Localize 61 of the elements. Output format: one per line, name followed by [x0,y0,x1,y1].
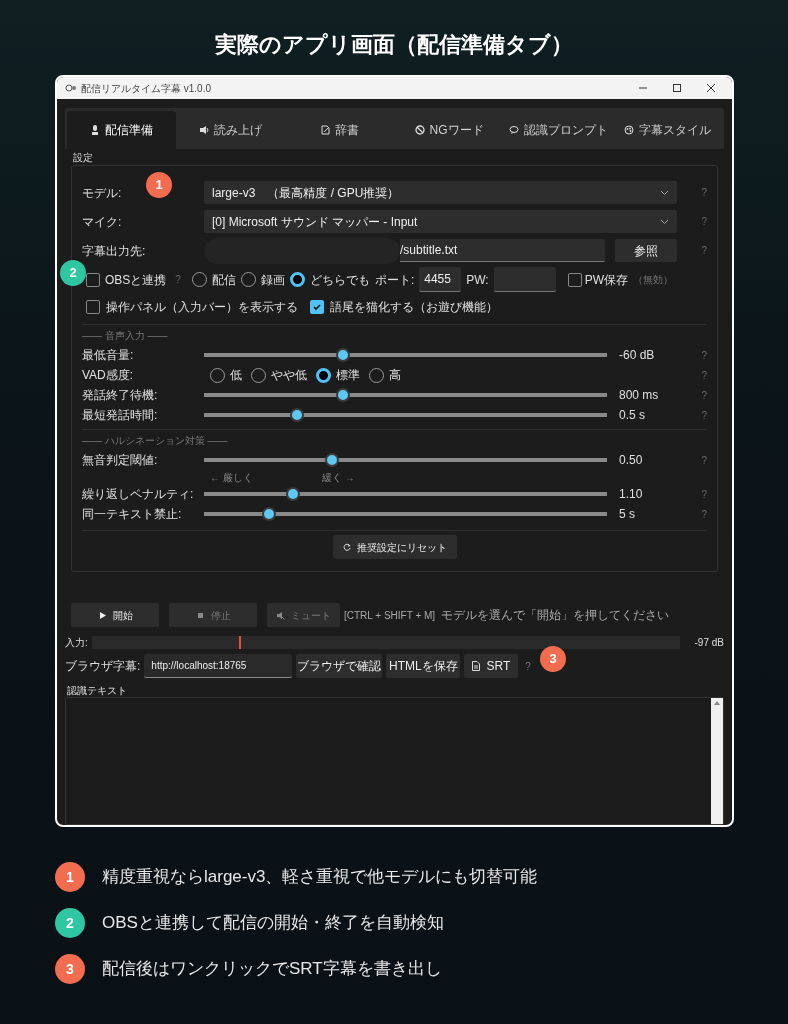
value-reading: 5 s [619,506,637,523]
field-label: 入力: [65,635,88,650]
radio-label: 配信 [211,271,236,289]
group-title: 設定 [72,151,94,165]
browse-button[interactable]: 参照 [615,239,677,262]
callout-text: OBSと連携して配信の開始・終了を自動検知 [102,912,444,935]
status-message: モデルを選んで「開始」を押してください [441,607,670,624]
number-badge: 1 [55,862,85,892]
radio-label: どちらでも [309,271,370,289]
path-field[interactable]: /subtitle.txt [400,239,605,262]
field-label: 同一テキスト禁止: [82,506,182,523]
field-label: 字幕出力先: [82,242,146,260]
hint-text: ← 厳しく [210,470,254,485]
control-button[interactable]: 開始 [71,603,159,627]
radio-label: 録画 [260,271,285,289]
checkbox-label: 語尾を猫化する（お遊び機能） [330,299,498,316]
port-field[interactable]: 4455 [419,267,462,292]
radio-label: 低 [230,367,242,384]
action-button[interactable]: ブラウザで確認 [296,654,383,678]
radio-label: やや低 [271,367,307,384]
action-button[interactable]: HTMLを保存 [386,654,461,678]
value-reading: 0.5 s [619,407,647,424]
field-label: ポート: [374,271,415,289]
field-label: 無音判定閾値: [82,452,158,469]
value-reading: -97 dB [694,635,724,650]
radio-label: 標準 [336,367,360,384]
dropdown[interactable]: [0] Microsoft サウンド マッパー - Input [204,210,677,233]
section-title: —— 音声入力 —— [82,329,169,343]
tab[interactable]: 配信準備 [67,111,177,149]
checkbox-label: OBSと連携 [105,271,167,289]
field-label: VAD感度: [82,367,134,384]
reset-button[interactable]: 推奨設定にリセット [332,535,457,559]
group-title: 認識テキスト [66,685,128,697]
field-label: 最低音量: [82,347,134,364]
field-label: PW: [466,271,489,289]
field-label: モデル: [82,184,122,202]
field-label: 発話終了待機: [82,387,158,404]
field-label: 繰り返しペナルティ: [82,486,194,503]
callout-text: 精度重視ならlarge-v3、軽さ重視で他モデルにも切替可能 [102,866,538,889]
checkbox-label: 操作パネル（入力バー）を表示する [106,299,298,316]
value-reading: -60 dB [619,347,656,364]
window-title: 配信リアルタイム字幕 v1.0.0 [81,81,213,96]
field-label: 最短発話時間: [82,407,158,424]
value-reading: 1.10 [619,486,644,503]
field-label: マイク: [82,213,122,231]
action-button[interactable]: SRT [464,654,519,678]
url-field[interactable]: http://localhost:18765 [144,654,293,678]
hint-text: 緩く → [322,470,355,485]
number-badge: 2 [55,908,85,938]
radio-label: 高 [389,367,401,384]
hotkey-hint: [CTRL + SHIFT + M] [344,608,436,623]
status-note: （無効） [633,273,674,287]
callout-text: 配信後はワンクリックでSRT字幕を書き出し [102,958,442,981]
number-badge: 3 [55,954,85,984]
checkbox-label: PW保存 [584,271,629,289]
value-reading: 0.50 [619,452,644,469]
dropdown[interactable]: large-v3 （最高精度 / GPU推奨） [204,181,677,204]
value-reading: 800 ms [619,387,660,404]
field-label: ブラウザ字幕: [65,658,141,675]
help-mark[interactable]: ? [525,658,531,674]
page-heading: 実際のアプリ画面（配信準備タブ） [214,31,574,59]
